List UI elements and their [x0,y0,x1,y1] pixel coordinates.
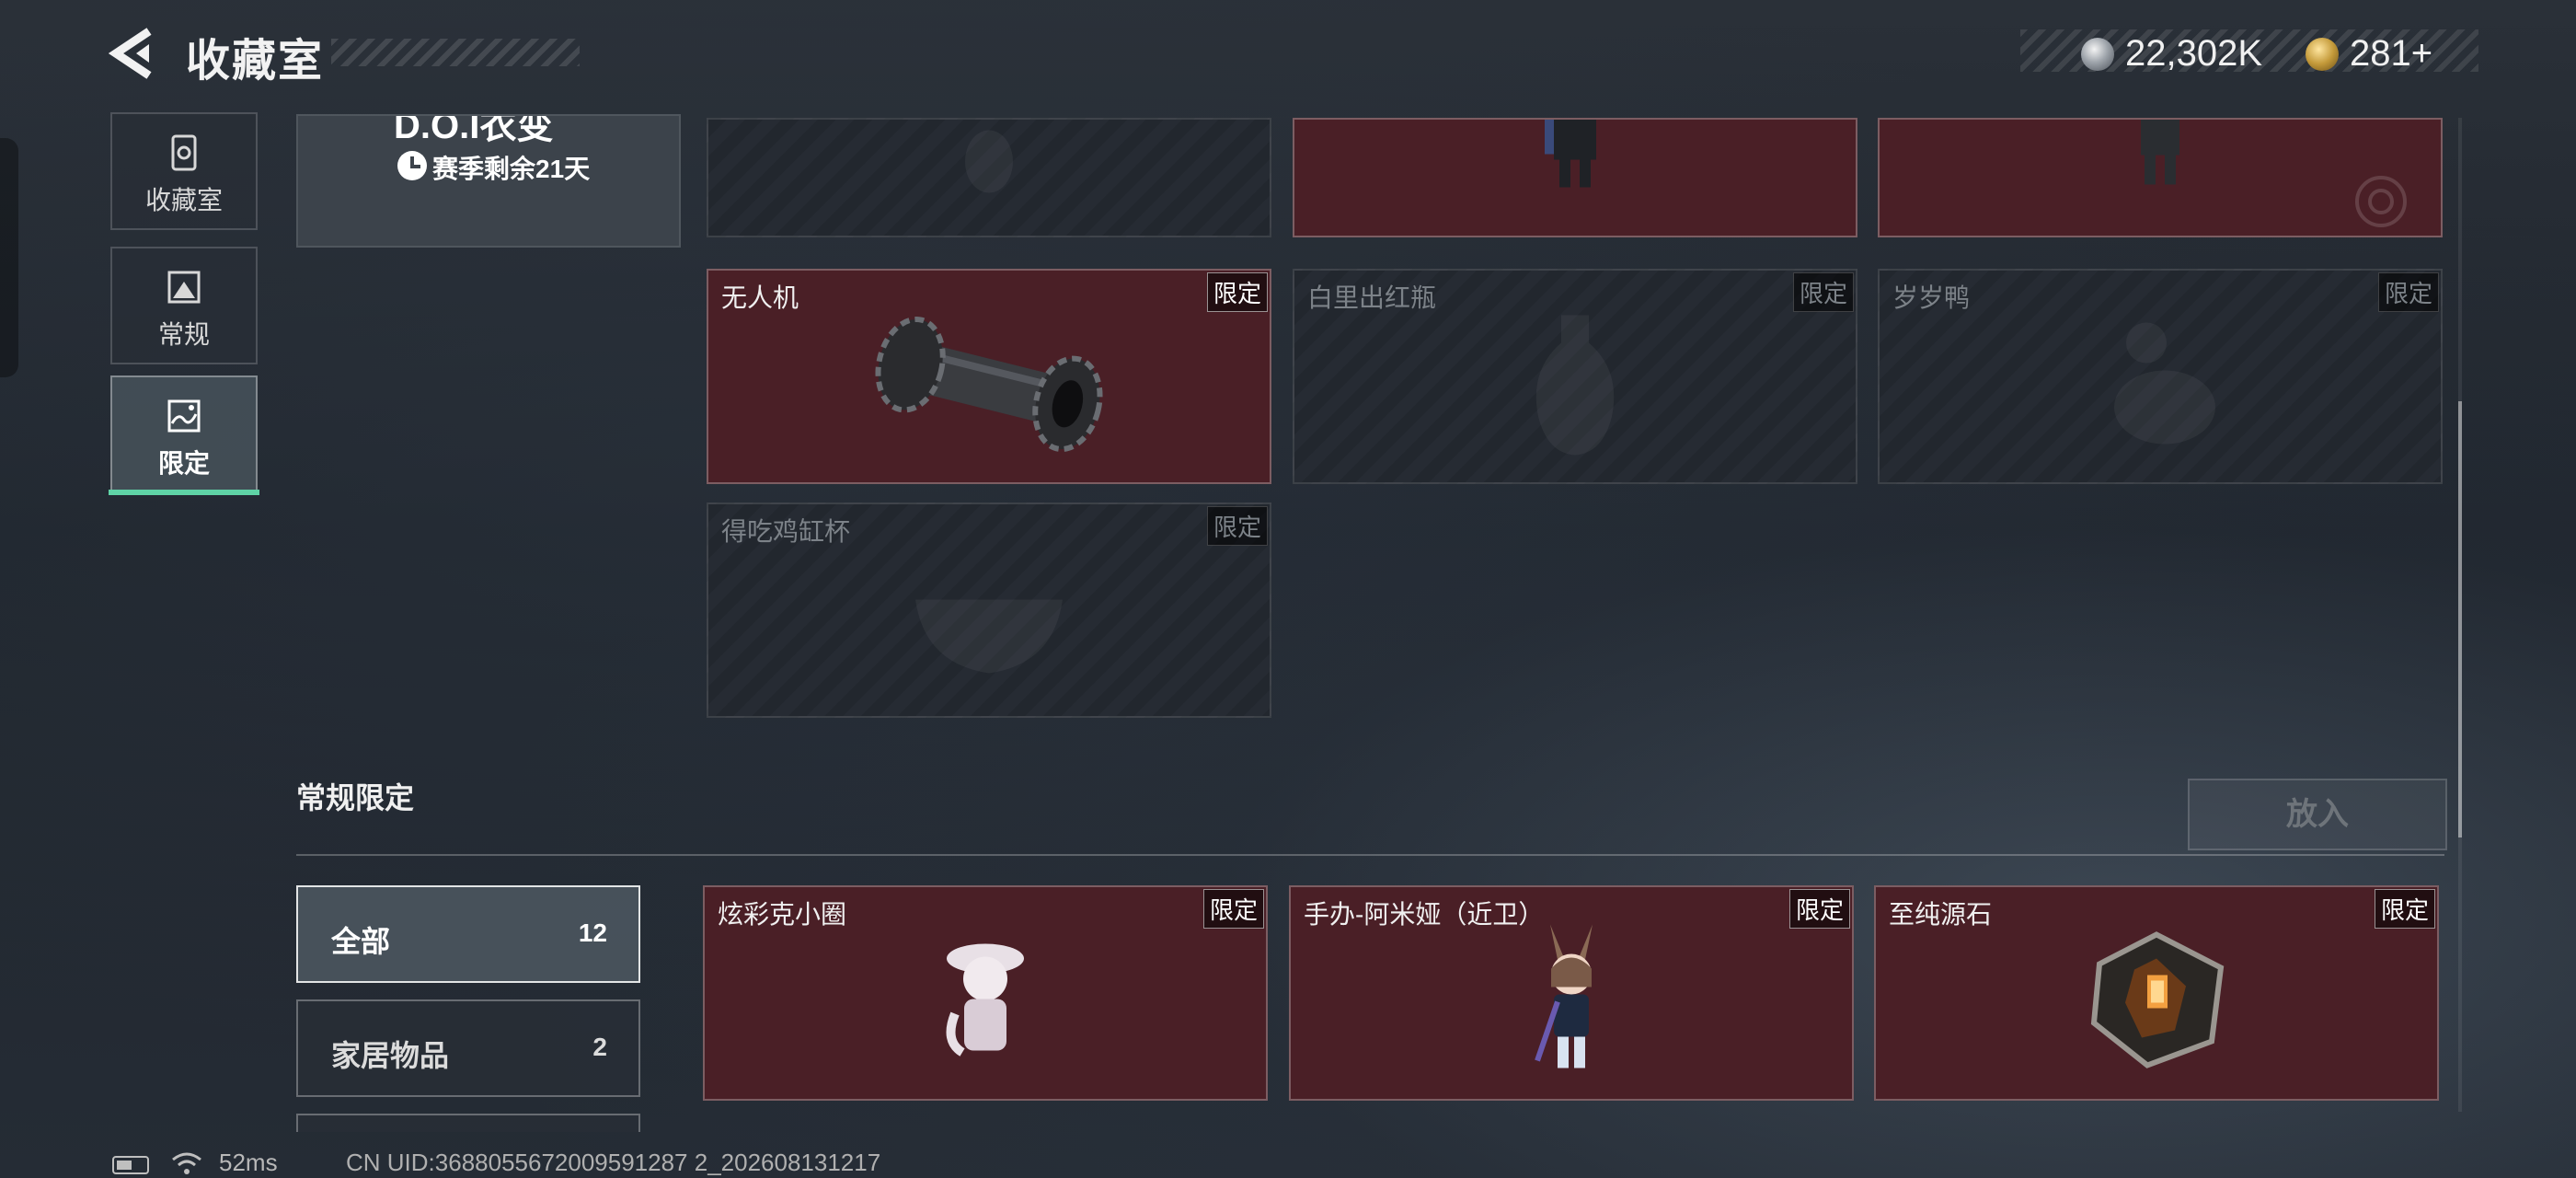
bunny-girl-figure-icon [1535,924,1593,1068]
armored-figure-icon [2141,120,2179,185]
nav-item-limited[interactable]: 限定 [110,375,258,493]
limited-badge: 限定 [2377,272,2439,312]
duck-silhouette-icon [2114,322,2215,445]
currency-gold[interactable]: 281+ [2306,33,2432,75]
nav-item-vault[interactable]: 收藏室 [110,112,258,230]
season-remaining: 赛季剩余21天 [432,155,591,183]
limited-badge: 限定 [1792,272,1854,312]
landscape-icon [167,399,201,433]
silver-coin-icon [2081,37,2114,71]
currency-bar: 22,302K 281+ [2020,29,2478,75]
item-card-chicken-cup[interactable]: 得吃鸡缸杯 限定 [707,502,1271,718]
item-card-duck[interactable]: 岁岁鸭 限定 [1878,269,2443,484]
crystal-gem-icon [2090,931,2225,1068]
gold-coin-icon [2306,37,2339,71]
collection-slot[interactable] [707,118,1271,237]
limited-badge: 限定 [1206,272,1268,312]
ping-value: 52ms [219,1149,278,1176]
currency-silver: 22,302K [2081,33,2262,75]
currency-gold-value: 281+ [2350,33,2433,74]
limited-badge: 限定 [1788,889,1850,929]
soldier-figure-icon [1545,120,1596,188]
item-name: 岁岁鸭 [1892,283,1971,312]
filter-count: 2 [592,1033,607,1061]
season-card[interactable]: D.O.I衣变 赛季剩余21天 [296,114,681,248]
put-in-button[interactable]: 放入 [2188,779,2447,850]
hat-girl-figure-icon [946,943,1024,1057]
active-indicator [109,490,259,495]
section-title: 常规限定 [296,781,415,814]
item-card-red-vase[interactable]: 白里出红瓶 限定 [1293,269,1857,484]
drone-roller-icon [875,317,1103,452]
item-name: 手办-阿米娅（近卫） [1304,900,1545,929]
vault-icon [171,134,197,171]
collection-slot[interactable] [1878,118,2443,237]
vase-silhouette-icon [1535,315,1615,456]
item-card-drone[interactable]: 无人机 限定 [707,269,1271,484]
back-arrow-icon[interactable] [109,28,164,79]
figure-silhouette-icon [965,130,1013,193]
item-name: 炫彩克小圈 [718,900,847,929]
item-card-hoop[interactable]: 炫彩克小圈 限定 [703,885,1268,1101]
title-decoration [331,39,580,66]
filter-label: 全部 [331,925,391,958]
side-drawer-handle[interactable] [0,138,18,377]
nav-item-label: 收藏室 [144,186,223,214]
page-title: 收藏室 [186,37,325,86]
limited-badge: 限定 [1202,889,1264,929]
item-name: 无人机 [721,283,799,312]
filter-count: 12 [578,918,607,947]
nav-item-regular[interactable]: 常规 [110,247,258,364]
limited-badge: 限定 [1206,506,1268,546]
item-card-amiya-figure[interactable]: 手办-阿米娅（近卫） 限定 [1289,885,1854,1101]
wifi-icon [172,1152,201,1174]
item-card-pure-originium[interactable]: 至纯源石 限定 [1874,885,2439,1101]
season-title: D.O.I衣变 [394,114,554,146]
battery-icon [112,1156,149,1174]
item-name: 至纯源石 [1889,900,1993,929]
picture-frame-icon [167,271,201,304]
section-divider [296,854,2444,856]
user-uid: CN UID:3688055672009591287 2_20260813121… [346,1149,881,1176]
nav-item-label: 常规 [157,320,210,349]
target-emblem-icon [2355,176,2407,227]
filter-home-items[interactable]: 家居物品 2 [296,999,640,1097]
filter-all[interactable]: 全部 12 [296,885,640,983]
nav-item-label: 限定 [157,449,210,478]
cup-silhouette-icon [915,599,1063,674]
collection-slot[interactable] [1293,118,1857,237]
currency-silver-value: 22,302K [2125,33,2263,74]
limited-badge: 限定 [2374,889,2435,929]
item-name: 白里出红瓶 [1307,283,1437,312]
item-name: 得吃鸡缸杯 [721,517,851,546]
filter-label: 家居物品 [331,1039,450,1072]
scrollbar-thumb[interactable] [2458,401,2462,837]
clock-icon [397,151,427,180]
filter-next-partial[interactable] [296,1114,640,1132]
